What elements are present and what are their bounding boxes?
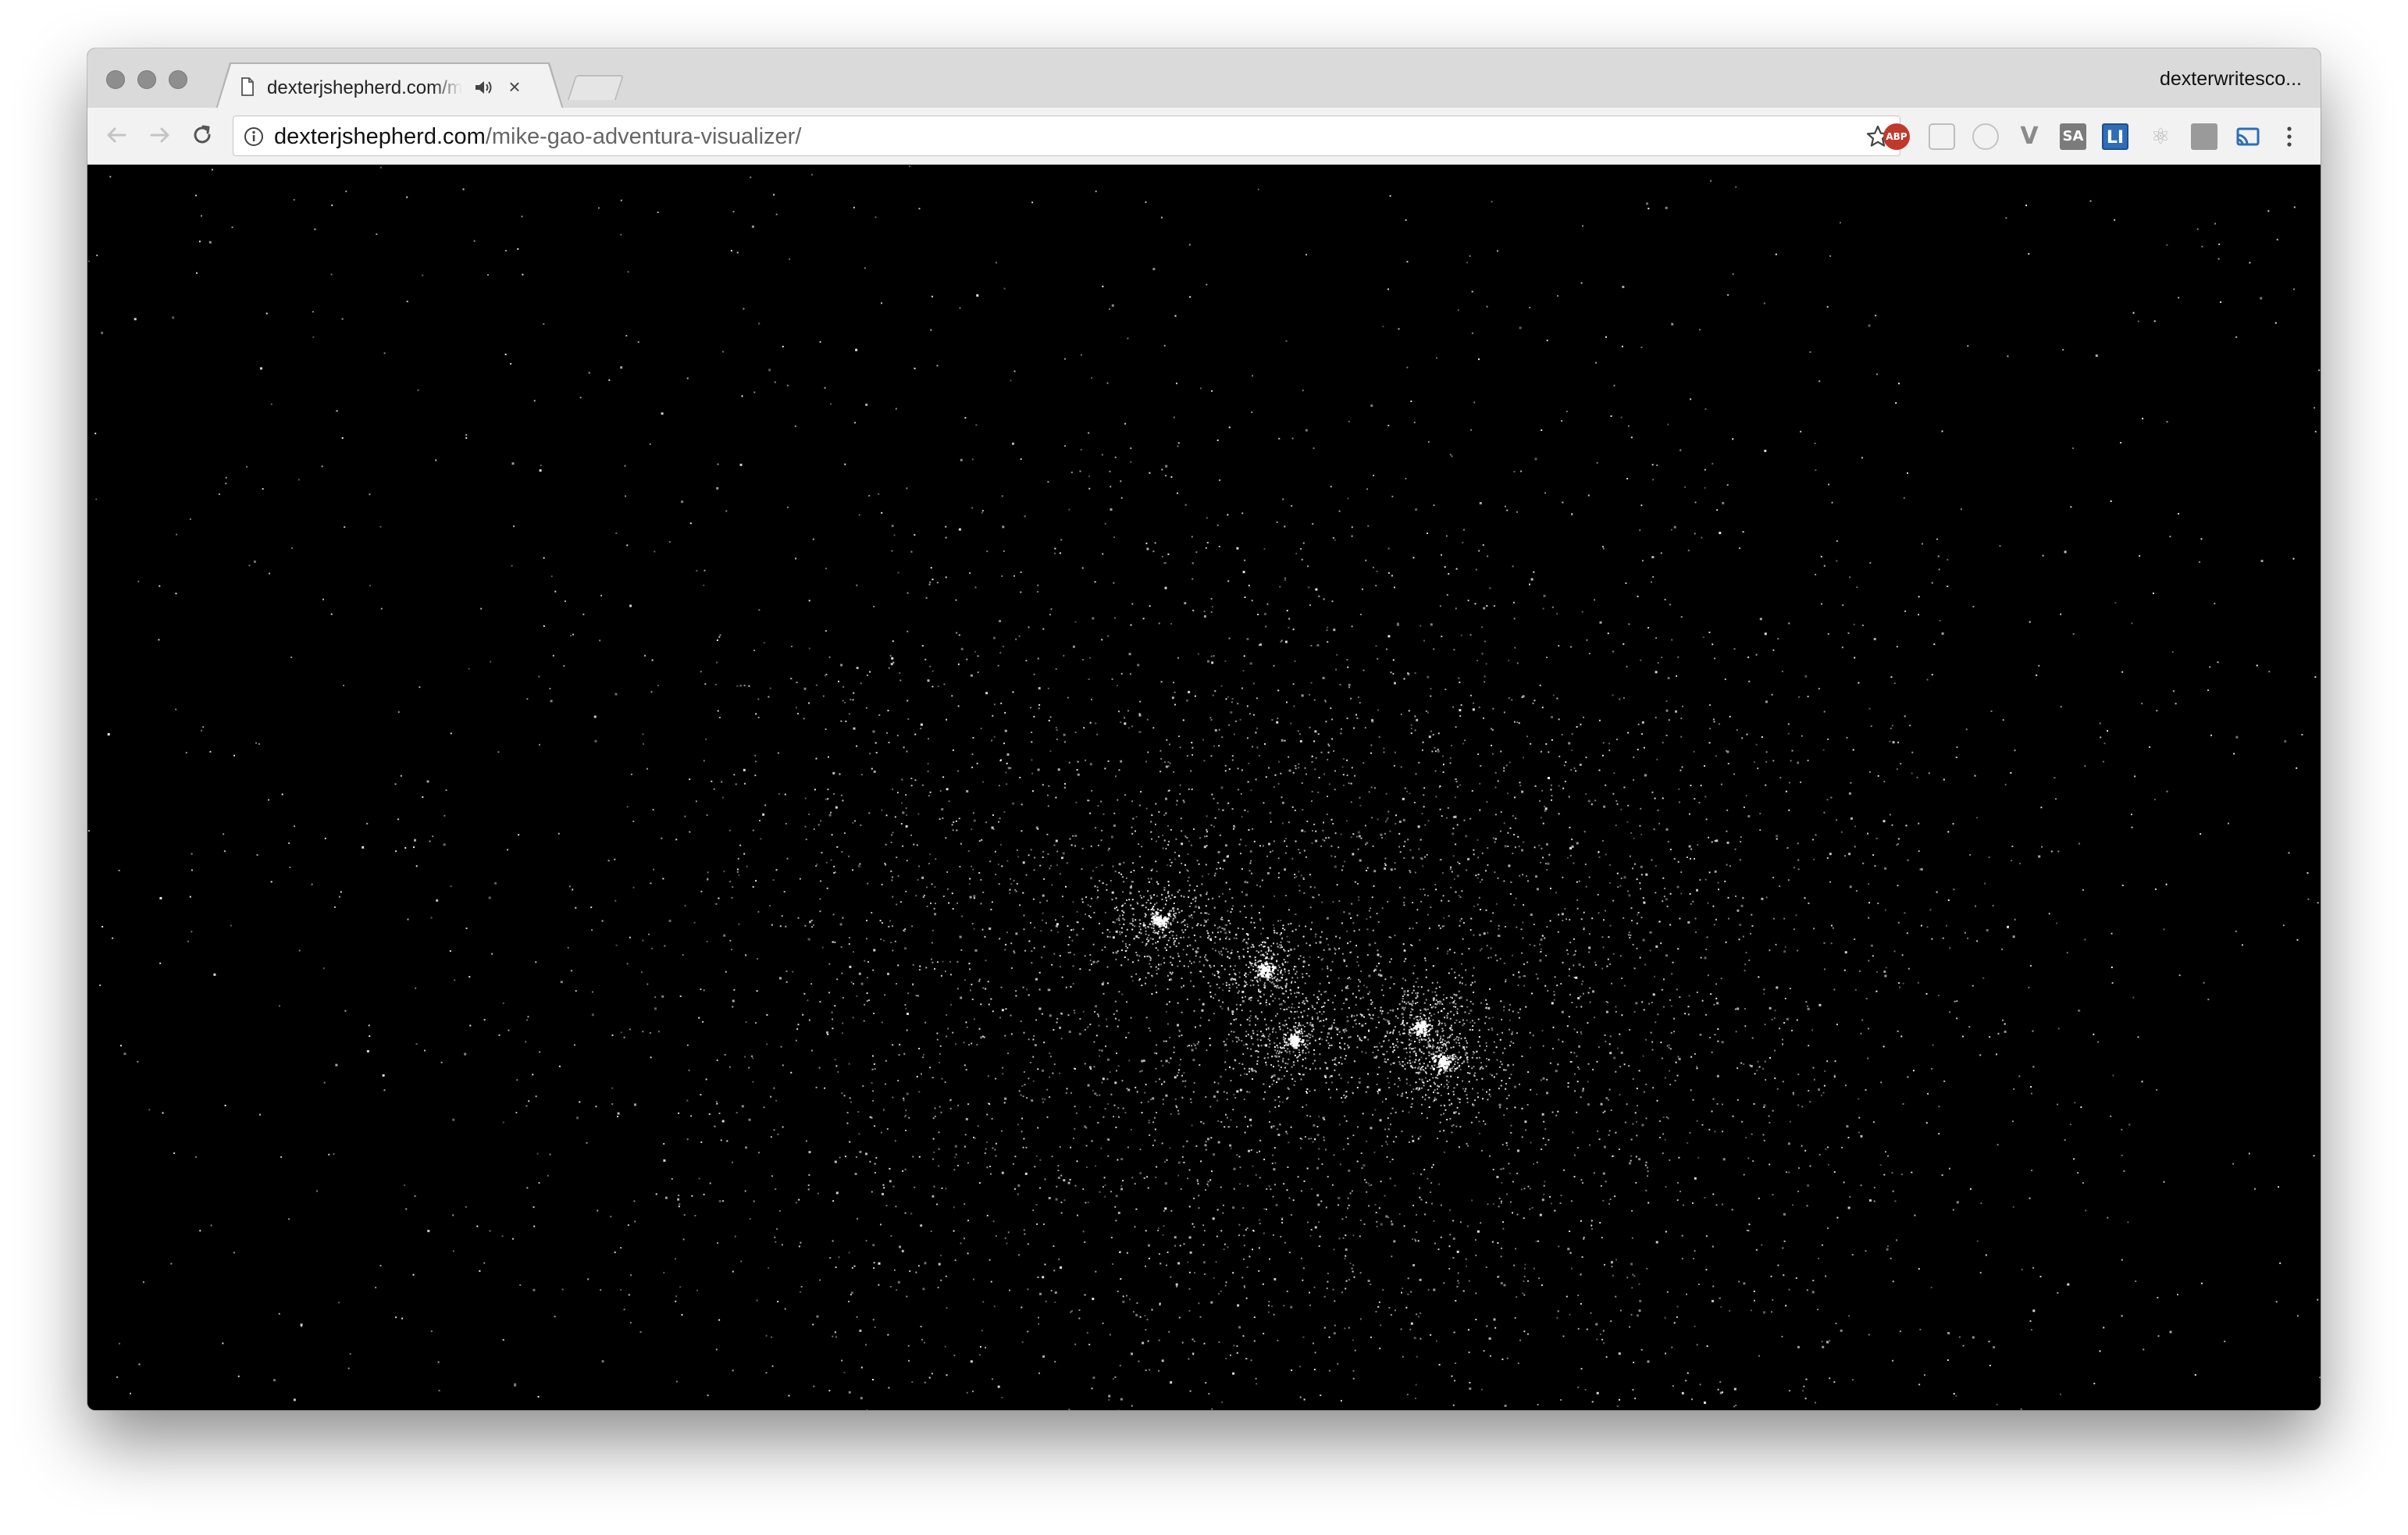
title-bar: dexterjshepherd.com/mike-gao-adventura-v… [87,48,2321,109]
kebab-menu-icon[interactable] [2282,125,2297,148]
tab-title: dexterjshepherd.com/mike-gao-adventura-v… [267,77,462,98]
comment-extension-icon[interactable] [1929,123,1955,150]
info-icon[interactable] [243,126,265,148]
close-window-button[interactable] [106,70,125,89]
browser-toolbar: dexterjshepherd.com/mike-gao-adventura-v… [87,108,2321,165]
back-arrow-icon[interactable] [103,122,130,148]
react-devtools-icon[interactable]: ⚛ [2147,123,2174,150]
v-extension-icon[interactable]: V [2016,123,2043,150]
zoom-window-button[interactable] [169,70,187,89]
forward-arrow-icon[interactable] [147,122,173,148]
circle-extension-icon[interactable] [1972,123,1999,150]
profile-name[interactable]: dexterwritesco... [2160,67,2302,91]
page-icon [241,77,254,96]
new-tab-button[interactable] [567,75,625,100]
url-path: /mike-gao-adventura-visualizer/ [485,124,802,149]
speaker-icon[interactable] [473,78,493,97]
close-tab-icon[interactable]: × [504,77,525,97]
minimize-window-button[interactable] [137,70,156,89]
visualizer-canvas[interactable] [87,165,2321,1410]
url-host: dexterjshepherd.com [274,124,486,149]
cast-icon[interactable] [2235,123,2261,150]
reload-icon[interactable] [189,122,216,148]
browser-window: dexterjshepherd.com/mike-gao-adventura-v… [87,48,2321,1410]
li-extension-icon[interactable]: LI [2102,123,2128,150]
url-text[interactable]: dexterjshepherd.com/mike-gao-adventura-v… [274,124,801,149]
tab-active[interactable]: dexterjshepherd.com/mike-gao-adventura-v… [217,64,562,109]
reader-extension-icon[interactable] [2191,123,2217,150]
address-bar[interactable]: dexterjshepherd.com/mike-gao-adventura-v… [233,116,1900,156]
starfield [87,165,2321,1410]
adblock-plus-icon[interactable]: ABP [1883,123,1910,150]
sa-extension-icon[interactable]: SA [2060,123,2086,150]
